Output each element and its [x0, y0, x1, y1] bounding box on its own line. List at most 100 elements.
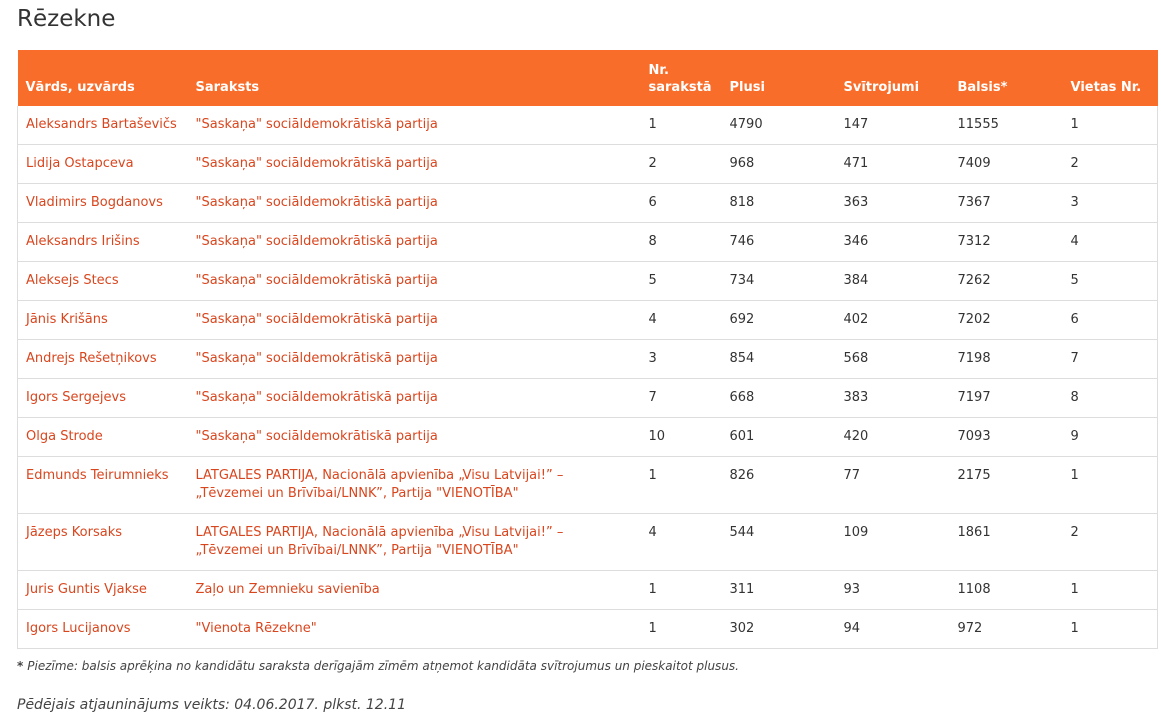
- table-cell: 818: [721, 183, 836, 223]
- party-list-link[interactable]: Zaļo un Zemnieku savienība: [196, 582, 380, 597]
- list-number: 7: [648, 390, 657, 405]
- header-plus[interactable]: Plusi: [721, 50, 836, 106]
- table-row: Aleksandrs Bartaševičs "Saskaņa" sociālde…: [17, 106, 1158, 145]
- list-number: 4: [648, 525, 657, 540]
- table-cell: 4: [640, 513, 722, 571]
- candidate-name-link[interactable]: Aleksandrs Irišins: [26, 234, 140, 249]
- party-list-link[interactable]: "Saskaņa" sociāldemokrātiskā partija: [196, 312, 438, 327]
- candidate-name-link[interactable]: Juris Guntis Vjakse: [26, 582, 147, 597]
- table-row: Aleksejs Stecs "Saskaņa" sociāldemokrātis…: [17, 261, 1158, 301]
- party-list-link[interactable]: "Saskaņa" sociāldemokrātiskā partija: [196, 117, 438, 132]
- list-number: 2: [648, 156, 657, 171]
- place-number: 3: [1070, 195, 1079, 210]
- party-list-link[interactable]: "Saskaņa" sociāldemokrātiskā partija: [196, 390, 438, 405]
- table-cell: 1: [640, 609, 722, 649]
- table-cell: 346: [835, 222, 950, 262]
- place-number: 9: [1070, 429, 1079, 444]
- table-cell: 1: [1062, 106, 1158, 145]
- plus-count: 826: [729, 468, 755, 483]
- footnote-text: Piezīme: balsis aprēķina no kandidātu sa…: [27, 659, 739, 673]
- candidate-name-link[interactable]: Jāzeps Korsaks: [26, 525, 122, 540]
- table-cell: 692: [721, 300, 836, 340]
- candidate-name-link[interactable]: Aleksandrs Bartaševičs: [26, 117, 177, 132]
- candidate-name-link[interactable]: Aleksejs Stecs: [26, 273, 119, 288]
- table-cell: Olga Strode: [17, 417, 188, 457]
- header-place[interactable]: Vietas Nr.: [1062, 50, 1158, 106]
- table-cell: 5: [640, 261, 722, 301]
- party-list-link[interactable]: "Saskaņa" sociāldemokrātiskā partija: [196, 273, 438, 288]
- candidate-name-link[interactable]: Igors Lucijanovs: [26, 621, 131, 636]
- strike-count: 77: [843, 468, 861, 483]
- party-list-link[interactable]: "Saskaņa" sociāldemokrātiskā partija: [196, 195, 438, 210]
- table-cell: 1: [1062, 570, 1158, 610]
- table-row: Juris Guntis Vjakse Zaļo un Zemnieku savi…: [17, 570, 1158, 610]
- party-list-link[interactable]: "Vienota Rēzekne": [196, 621, 317, 636]
- party-list-link[interactable]: "Saskaņa" sociāldemokrātiskā partija: [196, 429, 438, 444]
- plus-count: 854: [729, 351, 755, 366]
- table-cell: 4: [1062, 222, 1158, 262]
- table-cell: Igors Lucijanovs: [17, 609, 188, 649]
- table-cell: Aleksandrs Irišins: [17, 222, 188, 262]
- place-number: 2: [1070, 156, 1079, 171]
- table-cell: 77: [835, 456, 950, 514]
- party-list-link[interactable]: LATGALES PARTIJA, Nacionālā apvienība „V…: [196, 468, 564, 501]
- strike-count: 384: [843, 273, 869, 288]
- table-cell: Andrejs Rešetņikovs: [17, 339, 188, 379]
- votes-count: 7202: [957, 312, 991, 327]
- table-cell: 6: [1062, 300, 1158, 340]
- table-cell: 544: [721, 513, 836, 571]
- table-cell: Juris Guntis Vjakse: [17, 570, 188, 610]
- table-cell: 5: [1062, 261, 1158, 301]
- last-updated: Pēdējais atjauninājums veikts: 04.06.201…: [17, 697, 406, 713]
- candidate-name-link[interactable]: Lidija Ostapceva: [26, 156, 134, 171]
- table-cell: 8: [1062, 378, 1158, 418]
- table-cell: 968: [721, 144, 836, 184]
- header-strike[interactable]: Svītrojumi: [835, 50, 950, 106]
- table-cell: 3: [1062, 183, 1158, 223]
- votes-count: 7409: [957, 156, 991, 171]
- table-cell: 302: [721, 609, 836, 649]
- candidate-name-link[interactable]: Andrejs Rešetņikovs: [26, 351, 157, 366]
- table-cell: 7093: [949, 417, 1063, 457]
- strike-count: 147: [843, 117, 869, 132]
- table-cell: 7197: [949, 378, 1063, 418]
- table-row: Vladimirs Bogdanovs "Saskaņa" sociāldemok…: [17, 183, 1158, 223]
- party-list-link[interactable]: LATGALES PARTIJA, Nacionālā apvienība „V…: [196, 525, 564, 558]
- header-list[interactable]: Saraksts: [187, 50, 641, 106]
- candidate-name-link[interactable]: Jānis Krišāns: [26, 312, 108, 327]
- place-number: 1: [1070, 117, 1079, 132]
- table-row: Lidija Ostapceva "Saskaņa" sociāldemokrāt…: [17, 144, 1158, 184]
- table-cell: 1108: [949, 570, 1063, 610]
- header-name[interactable]: Vārds, uzvārds: [17, 50, 188, 106]
- candidate-name-link[interactable]: Igors Sergejevs: [26, 390, 126, 405]
- table-cell: 471: [835, 144, 950, 184]
- table-cell: 1: [640, 106, 722, 145]
- table-cell: 8: [640, 222, 722, 262]
- table-row: Jāzeps Korsaks LATGALES PARTIJA, Nacionāl…: [17, 513, 1158, 571]
- place-number: 6: [1070, 312, 1079, 327]
- table-cell: Aleksandrs Bartaševičs: [17, 106, 188, 145]
- plus-count: 4790: [729, 117, 763, 132]
- table-cell: 7312: [949, 222, 1063, 262]
- table-cell: Zaļo un Zemnieku savienība: [187, 570, 641, 610]
- candidate-name-link[interactable]: Vladimirs Bogdanovs: [26, 195, 163, 210]
- header-list-no[interactable]: Nr. sarakstā: [640, 50, 722, 106]
- list-number: 1: [648, 117, 657, 132]
- table-cell: 668: [721, 378, 836, 418]
- party-list-link[interactable]: "Saskaņa" sociāldemokrātiskā partija: [196, 351, 438, 366]
- table-cell: 7367: [949, 183, 1063, 223]
- candidate-name-link[interactable]: Edmunds Teirumnieks: [26, 468, 169, 483]
- strike-count: 383: [843, 390, 869, 405]
- header-votes[interactable]: Balsis*: [949, 50, 1063, 106]
- place-number: 1: [1070, 621, 1079, 636]
- party-list-link[interactable]: "Saskaņa" sociāldemokrātiskā partija: [196, 234, 438, 249]
- party-list-link[interactable]: "Saskaņa" sociāldemokrātiskā partija: [196, 156, 438, 171]
- table-cell: 383: [835, 378, 950, 418]
- candidate-name-link[interactable]: Olga Strode: [26, 429, 103, 444]
- table-cell: 734: [721, 261, 836, 301]
- votes-count: 1861: [957, 525, 991, 540]
- table-cell: Edmunds Teirumnieks: [17, 456, 188, 514]
- page-container: Rēzekne Vārds, uzvārds Saraksts Nr. sara…: [0, 0, 1158, 713]
- table-cell: 311: [721, 570, 836, 610]
- table-cell: 109: [835, 513, 950, 571]
